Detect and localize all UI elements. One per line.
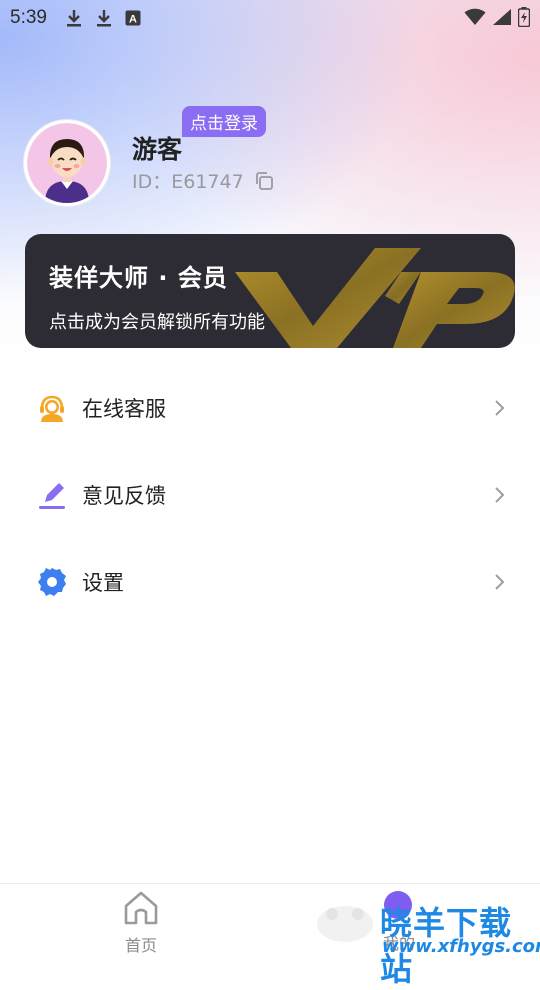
settings-menu: 在线客服 意见反馈 设置 xyxy=(0,364,540,625)
menu-item-label: 意见反馈 xyxy=(82,483,166,508)
sheep-logo-icon xyxy=(317,906,373,942)
username: 游客 xyxy=(132,135,183,164)
vip-watermark-icon xyxy=(235,248,515,348)
menu-item-label: 在线客服 xyxy=(82,396,166,421)
avatar[interactable] xyxy=(24,120,110,206)
status-bar: 5:39 A xyxy=(0,0,540,36)
vip-membership-card[interactable]: 装佯大师 · 会员 点击成为会员解锁所有功能 xyxy=(25,234,515,348)
vip-card-subtitle: 点击成为会员解锁所有功能 xyxy=(49,312,265,333)
customer-service-icon xyxy=(36,392,68,424)
tab-home-label: 首页 xyxy=(124,936,157,955)
gear-icon xyxy=(36,566,68,598)
download-icon xyxy=(96,10,111,27)
login-button[interactable]: 点击登录 xyxy=(182,106,266,137)
tab-home[interactable]: 首页 xyxy=(91,890,191,956)
chevron-right-icon xyxy=(495,573,505,590)
menu-item-feedback[interactable]: 意见反馈 xyxy=(0,451,540,538)
avatar-illustration-icon xyxy=(27,123,107,203)
wifi-icon xyxy=(464,8,486,25)
menu-item-label: 设置 xyxy=(82,570,124,595)
chevron-right-icon xyxy=(495,486,505,503)
chevron-right-icon xyxy=(495,399,505,416)
edit-icon xyxy=(36,479,68,511)
user-id-row: ID：E61747 xyxy=(132,167,274,194)
site-watermark-url: www.xfhygs.com xyxy=(382,936,540,957)
download-icon xyxy=(66,10,81,27)
home-icon xyxy=(124,891,158,925)
signal-icon xyxy=(493,9,511,25)
menu-item-customer-service[interactable]: 在线客服 xyxy=(0,364,540,451)
vip-card-title: 装佯大师 · 会员 xyxy=(49,264,228,292)
status-time: 5:39 xyxy=(10,7,47,28)
svg-text:A: A xyxy=(129,14,137,26)
menu-item-settings[interactable]: 设置 xyxy=(0,538,540,625)
copy-icon[interactable] xyxy=(254,171,274,191)
battery-icon xyxy=(518,7,530,27)
user-id-text: ID：E61747 xyxy=(132,171,244,193)
font-icon: A xyxy=(125,10,141,26)
